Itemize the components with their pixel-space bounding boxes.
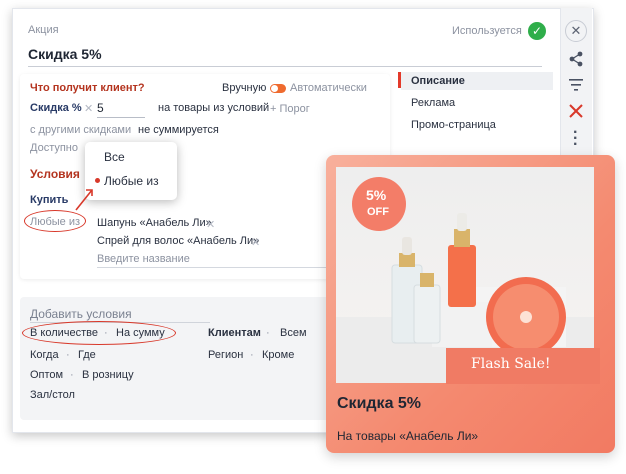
condition-retail[interactable]: В розницу <box>82 369 134 381</box>
region-value[interactable]: Кроме <box>262 349 294 361</box>
condition-wholesale[interactable]: Оптом <box>30 369 63 381</box>
combine-label: с другими скидками <box>30 124 132 136</box>
tab-advertising[interactable]: Реклама <box>411 97 455 109</box>
condition-where[interactable]: Где <box>78 349 96 361</box>
product-item: Спрей для волос «Анабель Ли» <box>97 235 260 247</box>
action-buy[interactable]: Купить <box>30 194 68 206</box>
promo-title: Скидка 5% <box>337 395 422 412</box>
discount-value-input[interactable]: 5 <box>97 101 145 118</box>
separator-dot: · <box>266 327 270 339</box>
more-vertical-icon[interactable]: · · · <box>573 125 578 153</box>
reward-heading: Что получит клиент? <box>30 82 145 94</box>
dropdown-option-any[interactable]: Любые из <box>104 174 159 188</box>
discount-badge <box>352 177 406 231</box>
badge-percent: 5% <box>366 187 387 203</box>
condition-hall-table[interactable]: Зал/стол <box>30 389 75 401</box>
combine-value[interactable]: не суммируется <box>138 124 219 136</box>
applies-to[interactable]: на товары из условий <box>158 102 269 114</box>
clients-value[interactable]: Всем <box>280 327 307 339</box>
tab-promo-page[interactable]: Промо-страница <box>411 119 496 131</box>
promo-subtitle: На товары «Анабель Ли» <box>337 429 479 443</box>
section-label: Акция <box>28 24 59 36</box>
close-icon[interactable]: ✕ <box>565 20 587 42</box>
separator-dot: · <box>70 369 74 381</box>
promotion-title-input[interactable]: Скидка 5% <box>28 46 542 67</box>
add-conditions-heading: Добавить условия <box>30 307 132 321</box>
remove-icon[interactable]: ✕ <box>251 236 260 249</box>
filter-list-icon[interactable] <box>568 78 584 92</box>
delete-icon[interactable] <box>568 103 584 119</box>
available-label: Доступно <box>30 142 79 154</box>
mode-auto[interactable]: Автоматически <box>290 82 367 94</box>
product-search-input[interactable]: Введите название <box>97 253 190 265</box>
selector-dropdown <box>85 142 177 200</box>
arrow-icon <box>75 189 93 211</box>
conditions-heading: Условия <box>30 167 80 181</box>
clear-icon[interactable]: ✕ <box>84 102 93 115</box>
badge-off: OFF <box>367 206 389 218</box>
mode-manual[interactable]: Вручную <box>222 82 266 94</box>
threshold-link[interactable]: + Порог <box>270 103 310 115</box>
check-icon: ✓ <box>528 22 546 40</box>
tab-description[interactable]: Описание <box>411 75 465 87</box>
input-underline <box>97 267 327 268</box>
dropdown-option-all[interactable]: Все <box>104 150 125 164</box>
separator-dot: · <box>250 349 254 361</box>
highlight-ellipse <box>22 321 176 345</box>
remove-icon[interactable]: ✕ <box>206 218 215 231</box>
discount-label: Скидка % <box>30 102 82 114</box>
tab-active-marker <box>398 72 401 88</box>
clients-label: Клиентам <box>208 327 261 339</box>
selected-dot-icon <box>95 178 100 183</box>
separator-dot: · <box>66 349 70 361</box>
status-text: Используется <box>452 25 522 37</box>
flash-sale-text: Flash Sale! <box>471 356 551 372</box>
promo-preview-card: 5% OFF Flash Sale! Скидка 5% На товары «… <box>326 155 615 453</box>
product-item: Шапунь «Анабель Ли» <box>97 217 212 229</box>
mode-toggle[interactable] <box>270 84 286 93</box>
region-label: Регион <box>208 349 244 361</box>
highlight-ellipse <box>24 210 86 232</box>
share-icon[interactable] <box>567 50 585 68</box>
condition-when[interactable]: Когда <box>30 349 59 361</box>
